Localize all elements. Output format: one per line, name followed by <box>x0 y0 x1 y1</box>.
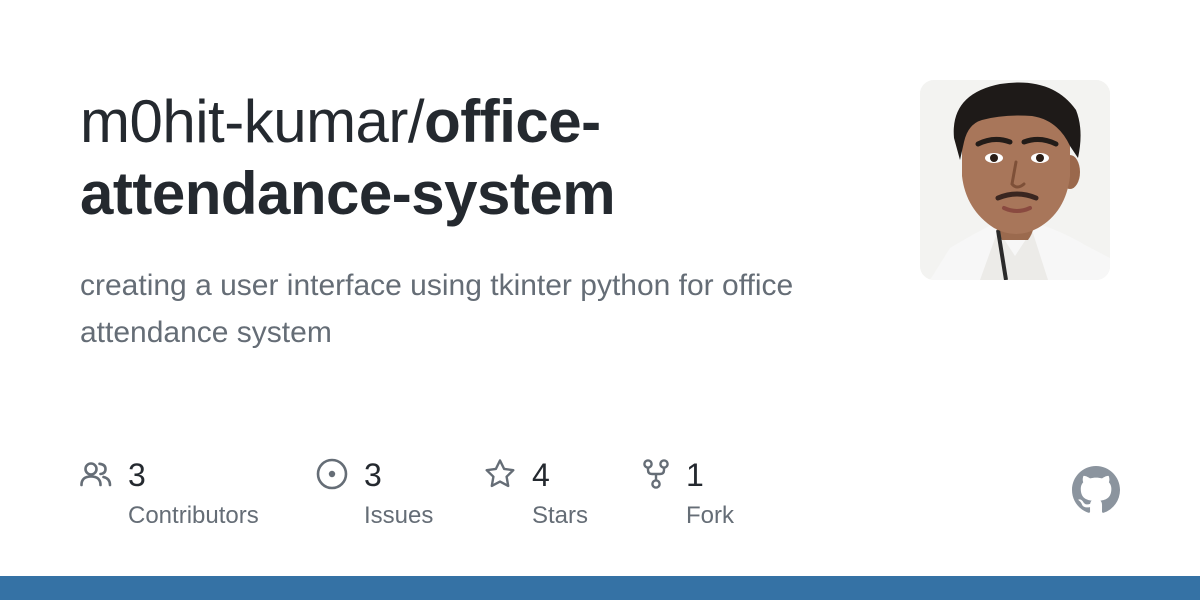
owner-avatar <box>920 80 1110 280</box>
repo-owner[interactable]: m0hit-kumar/ <box>80 88 425 155</box>
issues-label: Issues <box>364 502 434 529</box>
fork-icon <box>643 459 669 489</box>
contributors-icon <box>80 462 112 487</box>
repo-description: creating a user interface using tkinter … <box>80 269 794 349</box>
fork-count: 1 <box>686 457 704 493</box>
fork-label: Fork <box>686 502 734 529</box>
stars-count: 4 <box>532 457 550 493</box>
star-icon <box>485 459 515 488</box>
repo-title: m0hit-kumar/office-attendance-system <box>80 86 880 230</box>
stars-label: Stars <box>532 502 589 529</box>
issues-count: 3 <box>364 457 382 493</box>
language-bar <box>0 576 1200 600</box>
contributors-label: Contributors <box>128 502 259 529</box>
contributors-count: 3 <box>128 457 146 493</box>
issues-icon <box>316 458 348 490</box>
github-mark-icon[interactable] <box>1072 466 1120 514</box>
